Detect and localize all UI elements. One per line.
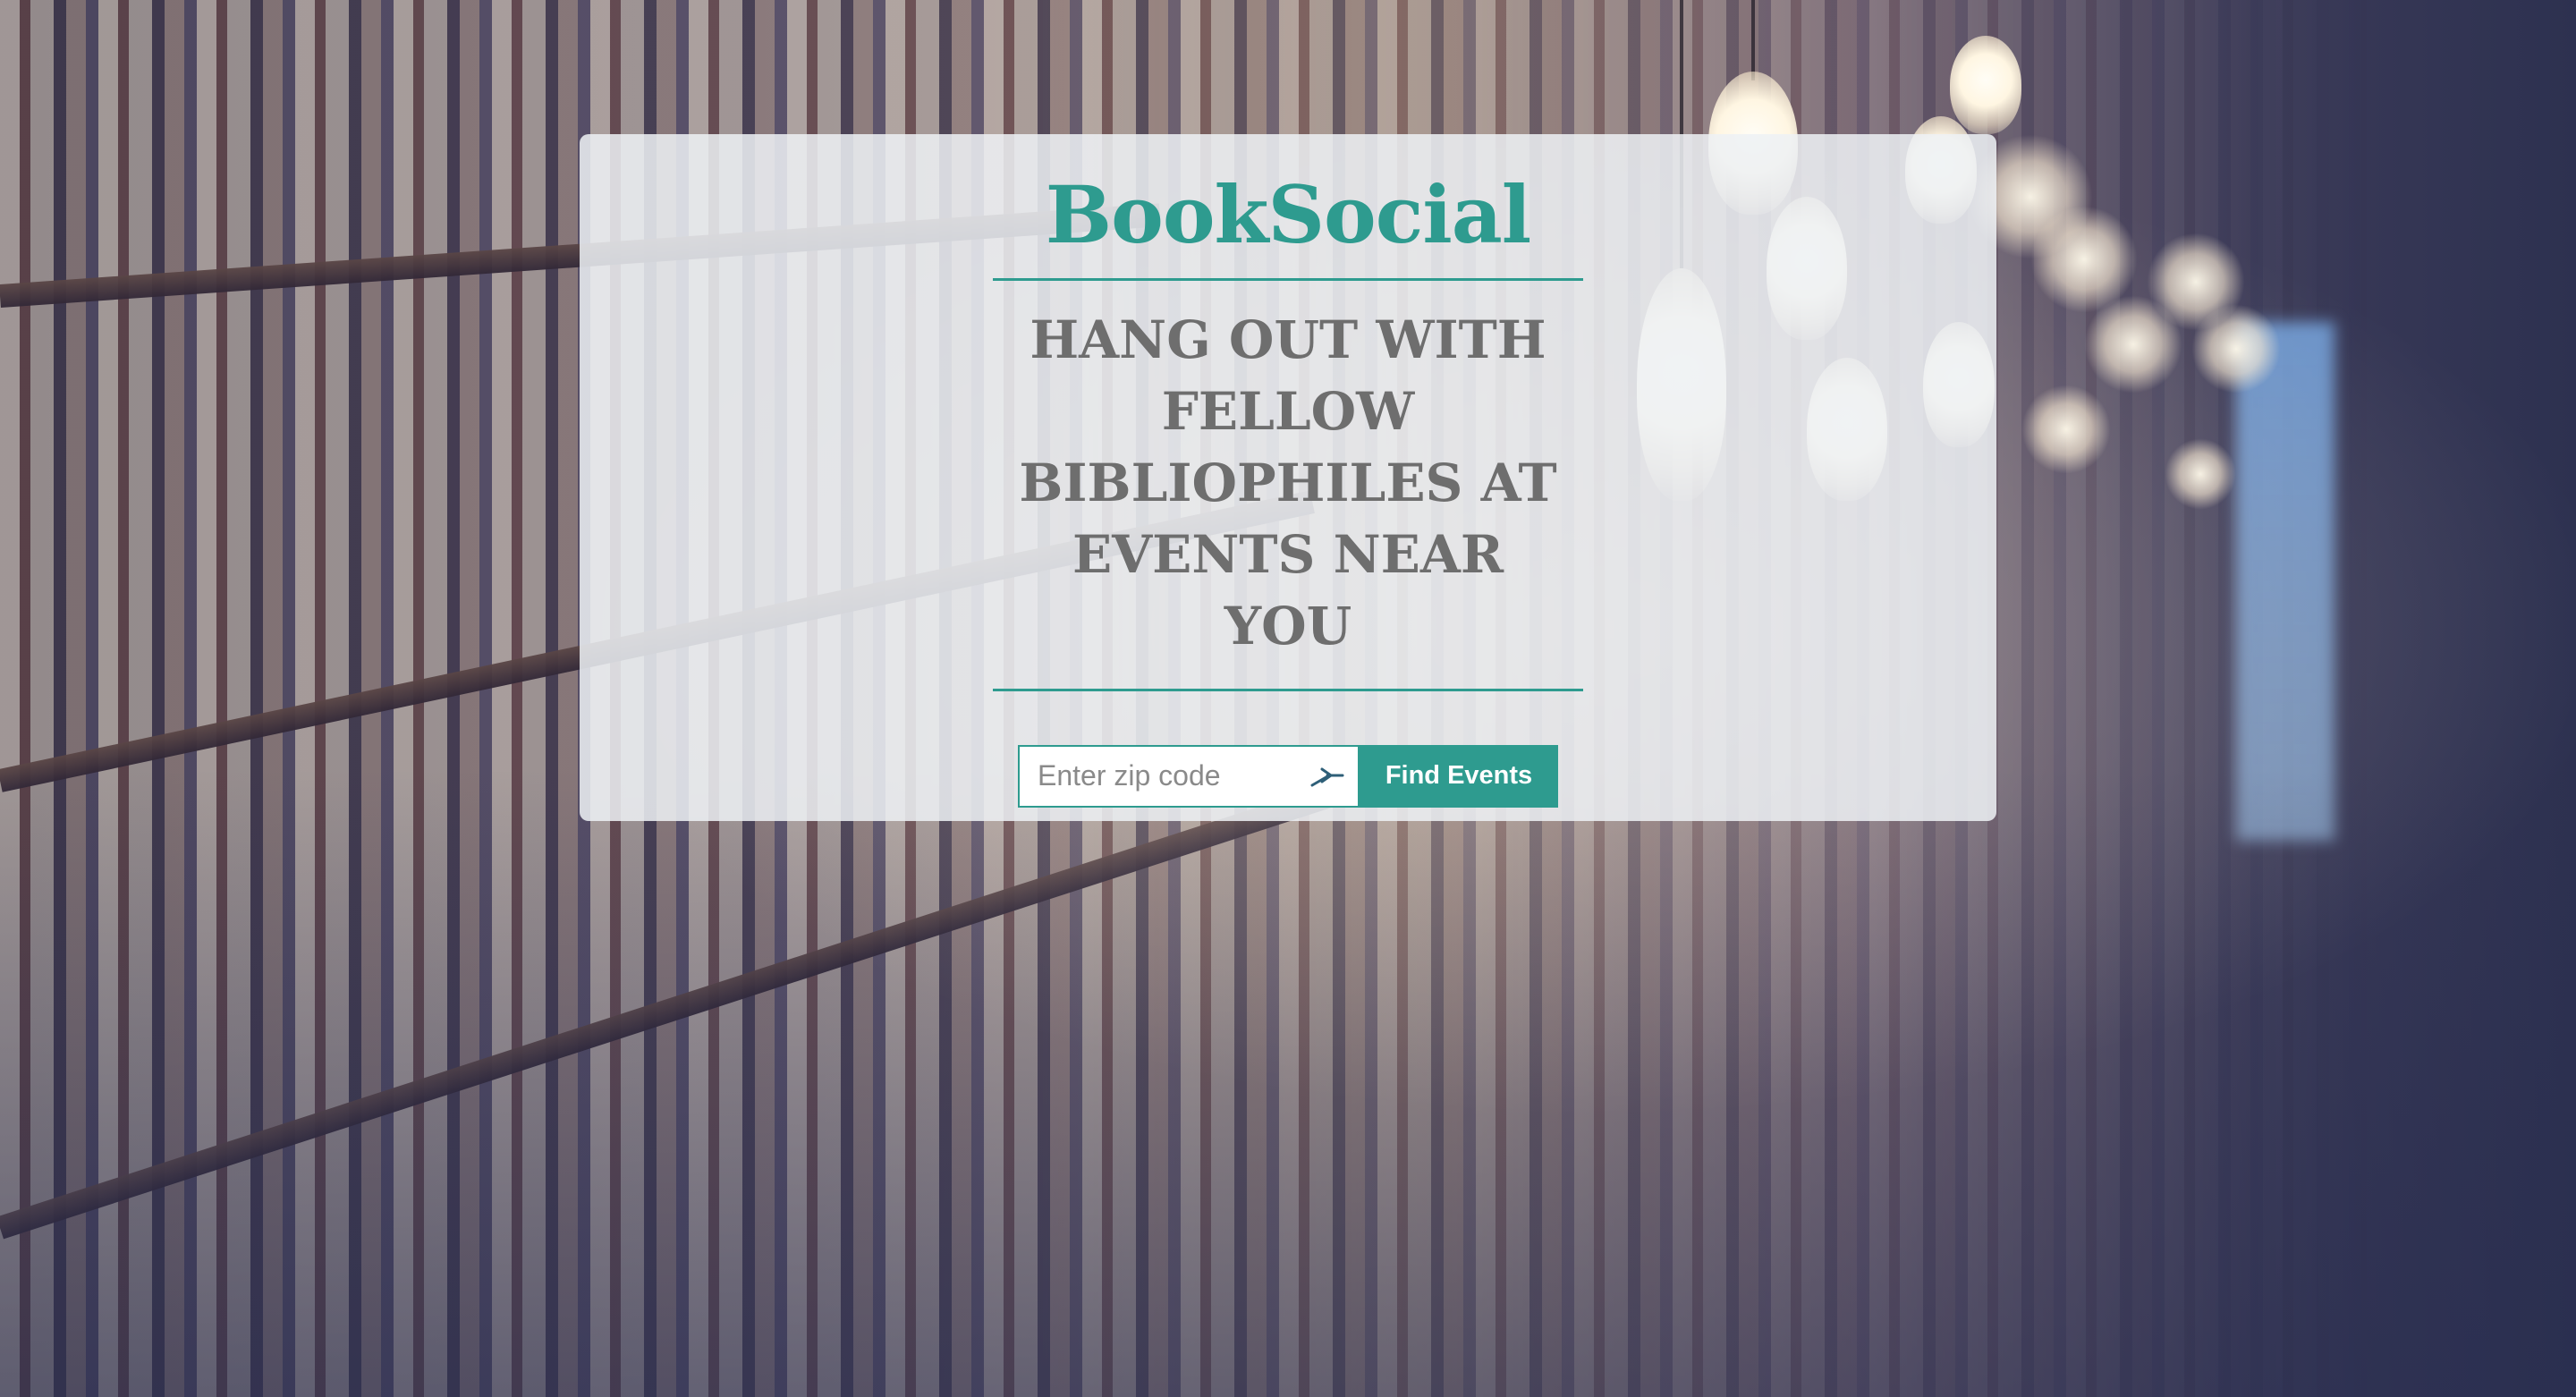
hero-panel: BookSocial Hang out with fellow biblioph…	[580, 134, 1996, 821]
location-arrow-icon[interactable]	[1308, 757, 1347, 796]
divider-bottom	[993, 688, 1583, 691]
find-events-button[interactable]: Find Events	[1360, 744, 1558, 808]
divider-top	[993, 277, 1583, 281]
brand-title: BookSocial	[1045, 168, 1531, 261]
tagline: Hang out with fellow bibliophiles at eve…	[1019, 309, 1557, 656]
zip-field-wrapper	[1018, 744, 1360, 808]
event-search-form: Find Events	[1018, 744, 1558, 808]
